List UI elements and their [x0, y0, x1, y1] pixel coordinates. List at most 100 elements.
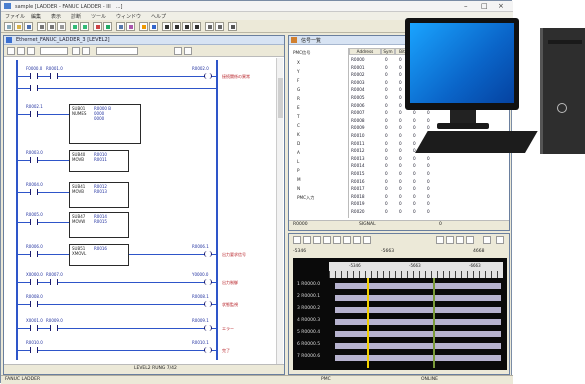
redo-button[interactable] — [80, 22, 89, 31]
undo-button[interactable] — [70, 22, 79, 31]
signal-value-cell[interactable]: 0 — [399, 148, 402, 153]
signal-address-cell[interactable]: R0007 — [351, 110, 365, 115]
contact-symbol[interactable] — [30, 279, 38, 285]
coil-symbol[interactable] — [204, 301, 212, 307]
menu-tools[interactable]: ツール — [91, 13, 106, 20]
function-block[interactable]: SUB47 MOVW R0014 R0015 — [69, 212, 129, 238]
cut-button[interactable] — [37, 22, 46, 31]
coil-symbol[interactable] — [204, 251, 212, 257]
print-button[interactable] — [228, 22, 237, 31]
signal-value-cell[interactable]: 0 — [385, 186, 388, 191]
signal-value-cell[interactable]: 0 — [413, 125, 416, 130]
signal-value-cell[interactable]: 0 — [385, 148, 388, 153]
line-button[interactable] — [192, 22, 201, 31]
signal-address-cell[interactable]: R0011 — [351, 141, 365, 146]
trace-signal-label[interactable]: 2 R0000.1 — [297, 294, 320, 302]
online-button[interactable] — [103, 22, 112, 31]
signal-value-cell[interactable]: 0 — [385, 95, 388, 100]
contact-symbol[interactable] — [50, 325, 58, 331]
signal-address-cell[interactable]: R0017 — [351, 186, 365, 191]
coil-symbol[interactable] — [204, 325, 212, 331]
copy-button[interactable] — [47, 22, 56, 31]
signal-value-cell[interactable]: 0 — [413, 201, 416, 206]
signal-value-cell[interactable]: 0 — [385, 103, 388, 108]
signal-value-cell[interactable]: 0 — [413, 133, 416, 138]
signal-value-cell[interactable]: 0 — [385, 72, 388, 77]
ladder-tool-1[interactable] — [7, 47, 15, 55]
signal-value-cell[interactable]: 0 — [399, 103, 402, 108]
trace-setting-button[interactable] — [313, 236, 321, 244]
signal-value-cell[interactable]: 0 — [385, 87, 388, 92]
signal-value-cell[interactable]: 0 — [399, 118, 402, 123]
signal-address-cell[interactable]: R0012 — [351, 148, 365, 153]
contact-symbol[interactable] — [30, 347, 38, 353]
signal-value-cell[interactable]: 0 — [399, 201, 402, 206]
signal-value-cell[interactable]: 0 — [385, 125, 388, 130]
signal-value-cell[interactable]: 0 — [399, 72, 402, 77]
signal-value-cell[interactable]: 0 — [385, 57, 388, 62]
signal-address-cell[interactable]: R0006 — [351, 103, 365, 108]
signal-value-cell[interactable]: 0 — [413, 179, 416, 184]
signal-value-cell[interactable]: 0 — [385, 65, 388, 70]
monitor-button[interactable] — [93, 22, 102, 31]
signal-value-cell[interactable]: 0 — [385, 163, 388, 168]
signal-address-cell[interactable]: R0008 — [351, 118, 365, 123]
signal-value-cell[interactable]: 0 — [399, 209, 402, 214]
signal-value-cell[interactable]: 0 — [399, 186, 402, 191]
paste-button[interactable] — [57, 22, 66, 31]
signal-value-cell[interactable]: 0 — [399, 141, 402, 146]
trace-print-button[interactable] — [363, 236, 371, 244]
tree-item[interactable]: X — [297, 60, 300, 65]
tree-item[interactable]: K — [297, 132, 300, 137]
menu-diagnosis[interactable]: 診断 — [71, 13, 81, 20]
contact-symbol[interactable] — [50, 73, 58, 79]
tree-item[interactable]: N — [297, 186, 300, 191]
zoom-out-button[interactable] — [215, 22, 224, 31]
trace-zoom-in-button[interactable] — [323, 236, 331, 244]
trace-button[interactable] — [139, 22, 148, 31]
contact-symbol[interactable] — [30, 219, 38, 225]
ladder-zoom-combo[interactable] — [40, 47, 68, 55]
function-block[interactable]: SUB41 MOVB R0012 R0013 — [69, 182, 129, 208]
find-button[interactable] — [116, 22, 125, 31]
signal-value-cell[interactable]: 0 — [413, 186, 416, 191]
tree-item[interactable]: M — [297, 177, 301, 182]
tree-item[interactable]: R — [297, 96, 300, 101]
function-block[interactable]: SUB01 NUMES R0000 B 0000 0000 — [69, 104, 141, 144]
tree-item[interactable]: T — [297, 114, 300, 119]
signal-value-cell[interactable]: 0 — [427, 179, 430, 184]
signal-address-cell[interactable]: R0009 — [351, 125, 365, 130]
tree-item[interactable]: P — [297, 168, 300, 173]
signal-value-cell[interactable]: 0 — [399, 87, 402, 92]
contact-symbol[interactable] — [30, 73, 38, 79]
trace-zoom-out-button[interactable] — [333, 236, 341, 244]
signal-value-cell[interactable]: 0 — [399, 194, 402, 199]
trace-chart[interactable]: -5346 -5663 -6663 1 R0000.0 2 R0000.1 3 R0… — [293, 258, 507, 370]
column-header[interactable]: Address — [349, 48, 381, 55]
signal-value-cell[interactable]: 0 — [385, 194, 388, 199]
ladder-tool-3[interactable] — [27, 47, 35, 55]
contact-symbol[interactable] — [30, 325, 38, 331]
new-button[interactable] — [4, 22, 13, 31]
signal-value-cell[interactable]: 0 — [385, 201, 388, 206]
function-button[interactable] — [182, 22, 191, 31]
signal-value-cell[interactable]: 0 — [385, 171, 388, 176]
signal-value-cell[interactable]: 0 — [427, 201, 430, 206]
trace-save-button[interactable] — [483, 236, 491, 244]
signal-value-cell[interactable]: 0 — [399, 57, 402, 62]
trace-cursor-b[interactable] — [433, 278, 435, 368]
ladder-tool-7[interactable] — [184, 47, 192, 55]
tree-item[interactable]: PMC入力 — [297, 195, 314, 201]
trace-last-button[interactable] — [466, 236, 474, 244]
compile-button[interactable] — [149, 22, 158, 31]
trace-cursor-button[interactable] — [353, 236, 361, 244]
signal-value-cell[interactable]: 0 — [399, 156, 402, 161]
tree-item[interactable]: F — [297, 78, 299, 83]
signal-value-cell[interactable]: 0 — [385, 209, 388, 214]
trace-signal-label[interactable]: 4 R0000.3 — [297, 318, 320, 326]
ladder-tool-2[interactable] — [17, 47, 25, 55]
contact-symbol[interactable] — [30, 251, 38, 257]
signal-value-cell[interactable]: 0 — [427, 171, 430, 176]
menu-edit[interactable]: 編集 — [31, 13, 41, 20]
signal-value-cell[interactable]: 0 — [385, 110, 388, 115]
